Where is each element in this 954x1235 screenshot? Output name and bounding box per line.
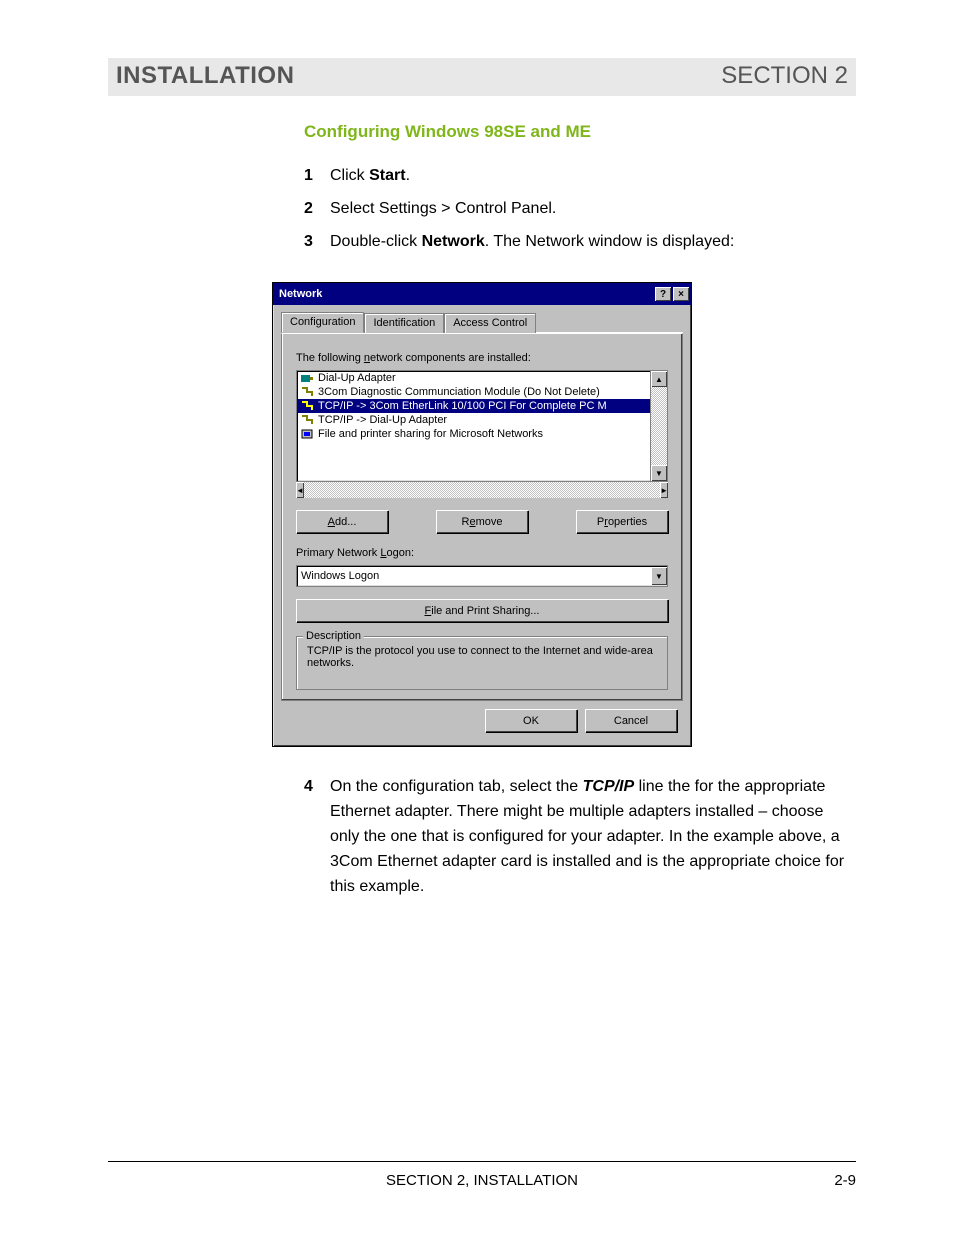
description-group: Description TCP/IP is the protocol you u…	[296, 636, 668, 690]
footer-page: 2-9	[834, 1172, 856, 1189]
titlebar[interactable]: Network ? ×	[273, 283, 691, 305]
list-item-label: File and printer sharing for Microsoft N…	[318, 428, 543, 440]
group-legend: Description	[303, 630, 364, 642]
components-listbox[interactable]: Dial-Up Adapter 3Com Diagnostic Communci…	[296, 370, 668, 482]
step-1: Click Start.	[304, 164, 856, 189]
help-icon: ?	[660, 289, 666, 300]
step-4-bold: TCP/IP	[583, 778, 635, 795]
tab-label: Access Control	[453, 317, 527, 329]
ok-button[interactable]: OK	[485, 709, 577, 732]
components-label: The following network components are ins…	[296, 352, 668, 364]
protocol-icon	[300, 386, 314, 398]
logon-combo[interactable]: Windows Logon ▼	[296, 565, 668, 587]
list-item-label: TCP/IP -> Dial-Up Adapter	[318, 414, 447, 426]
add-button[interactable]: Add...	[296, 510, 388, 533]
list-item[interactable]: Dial-Up Adapter	[297, 371, 650, 385]
list-item-label: TCP/IP -> 3Com EtherLink 10/100 PCI For …	[318, 400, 607, 412]
tab-label: Configuration	[290, 316, 355, 328]
close-icon: ×	[678, 289, 684, 300]
step-1-text-c: .	[406, 167, 410, 184]
scroll-track[interactable]	[304, 482, 660, 498]
step-2-text: Select Settings > Control Panel.	[330, 200, 556, 217]
list-item-selected[interactable]: TCP/IP -> 3Com EtherLink 10/100 PCI For …	[297, 399, 650, 413]
subheading: Configuring Windows 98SE and ME	[304, 122, 856, 142]
close-button[interactable]: ×	[673, 287, 689, 301]
protocol-icon	[300, 414, 314, 426]
step-2: Select Settings > Control Panel.	[304, 197, 856, 222]
step-4-text-c: line the for the appropriate Ethernet ad…	[330, 778, 844, 894]
protocol-icon	[300, 400, 314, 412]
properties-button[interactable]: Properties	[576, 510, 668, 533]
page-footer: SECTION 2, INSTALLATION 2-9	[108, 1161, 856, 1189]
list-item[interactable]: 3Com Diagnostic Communciation Module (Do…	[297, 385, 650, 399]
tab-configuration[interactable]: Configuration	[281, 312, 364, 333]
network-dialog: Network ? × Configuration Identification…	[272, 282, 692, 747]
remove-button[interactable]: Remove	[436, 510, 528, 533]
service-icon	[300, 428, 314, 440]
cancel-label: Cancel	[614, 715, 648, 727]
list-item-label: 3Com Diagnostic Communciation Module (Do…	[318, 386, 600, 398]
step-3-text-a: Double-click	[330, 233, 422, 250]
ok-label: OK	[523, 715, 539, 727]
horizontal-scrollbar[interactable]: ◄ ►	[296, 481, 668, 498]
step-3: Double-click Network. The Network window…	[304, 230, 856, 255]
step-4: On the configuration tab, select the TCP…	[304, 775, 856, 899]
page-header: INSTALLATION SECTION 2	[108, 58, 856, 96]
chevron-down-icon[interactable]: ▼	[651, 567, 667, 585]
logon-value: Windows Logon	[297, 570, 651, 582]
help-button[interactable]: ?	[655, 287, 671, 301]
scroll-down-icon[interactable]: ▼	[651, 465, 667, 481]
tab-panel: The following network components are ins…	[281, 333, 683, 701]
vertical-scrollbar[interactable]: ▲ ▼	[650, 371, 667, 481]
scroll-up-icon[interactable]: ▲	[651, 371, 667, 387]
step-3-text-c: . The Network window is displayed:	[485, 233, 735, 250]
tab-label: Identification	[373, 317, 435, 329]
description-text: TCP/IP is the protocol you use to connec…	[307, 645, 657, 669]
tab-access-control[interactable]: Access Control	[444, 313, 536, 333]
tab-strip: Configuration Identification Access Cont…	[281, 311, 683, 333]
dialog-title: Network	[279, 288, 653, 300]
scroll-right-icon[interactable]: ►	[660, 482, 668, 498]
header-title: INSTALLATION	[116, 62, 294, 90]
list-item-label: Dial-Up Adapter	[318, 372, 396, 384]
list-item[interactable]: File and printer sharing for Microsoft N…	[297, 427, 650, 441]
scroll-track[interactable]	[651, 387, 667, 465]
footer-center: SECTION 2, INSTALLATION	[386, 1172, 578, 1189]
cancel-button[interactable]: Cancel	[585, 709, 677, 732]
step-4-text-a: On the configuration tab, select the	[330, 778, 583, 795]
logon-label: Primary Network Logon:	[296, 547, 668, 559]
step-3-bold: Network	[422, 233, 485, 250]
list-item[interactable]: TCP/IP -> Dial-Up Adapter	[297, 413, 650, 427]
tab-identification[interactable]: Identification	[364, 313, 444, 333]
header-section: SECTION 2	[721, 62, 848, 90]
adapter-icon	[300, 372, 314, 384]
step-1-text-a: Click	[330, 167, 369, 184]
scroll-left-icon[interactable]: ◄	[296, 482, 304, 498]
step-1-bold: Start	[369, 167, 405, 184]
file-print-sharing-button[interactable]: File and Print Sharing...	[296, 599, 668, 622]
